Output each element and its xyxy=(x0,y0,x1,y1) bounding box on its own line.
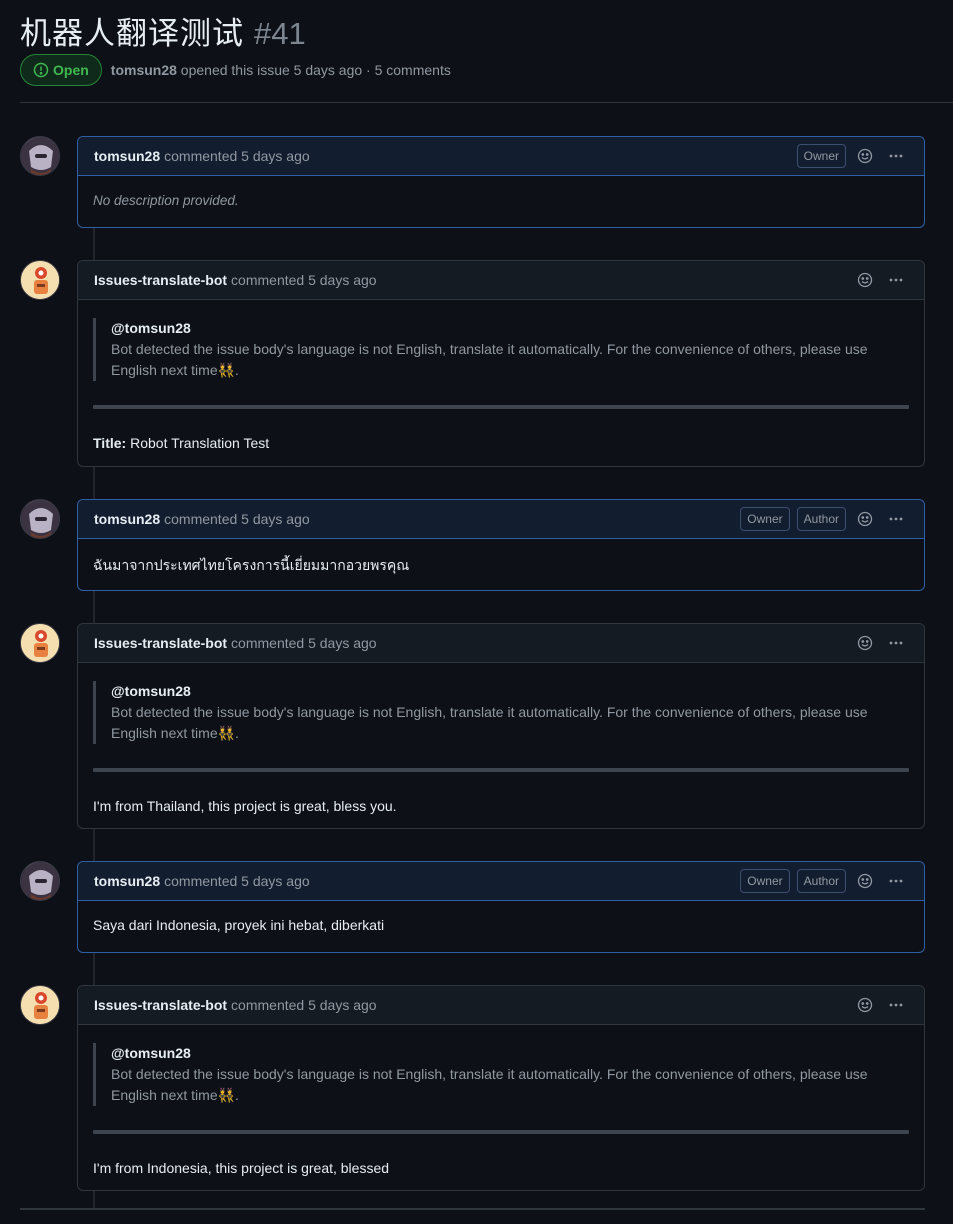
kebab-horizontal-icon[interactable] xyxy=(884,869,908,893)
smiley-icon[interactable] xyxy=(853,993,877,1017)
bot-avatar-icon xyxy=(21,624,59,662)
comment-author-link[interactable]: tomsun28 xyxy=(94,511,160,527)
comment-header: tomsun28 commented 5 days ago Owner Auth… xyxy=(78,862,924,901)
quoted-notice: @tomsun28 Bot detected the issue body's … xyxy=(93,318,909,381)
mention-link[interactable]: @tomsun28 xyxy=(111,318,909,339)
issue-meta: tomsun28 opened this issue 5 days ago · … xyxy=(111,62,451,78)
smiley-icon[interactable] xyxy=(853,631,877,655)
comment-box: Issues-translate-bot commented 5 days ag… xyxy=(77,260,925,467)
timeline-connector xyxy=(93,1191,95,1208)
header-divider xyxy=(20,102,953,103)
avatar[interactable] xyxy=(20,260,60,300)
dancers-emoji-icon: 👯 xyxy=(217,725,236,741)
comment-author-link[interactable]: Issues-translate-bot xyxy=(94,272,227,288)
smiley-icon[interactable] xyxy=(853,507,877,531)
smiley-icon[interactable] xyxy=(853,869,877,893)
timeline-end-divider xyxy=(20,1208,925,1210)
kebab-horizontal-icon[interactable] xyxy=(884,993,908,1017)
smiley-icon[interactable] xyxy=(853,268,877,292)
comment-body: I'm from Indonesia, this project is grea… xyxy=(93,1160,390,1176)
avatar[interactable] xyxy=(20,136,60,176)
translated-title-label: Title: xyxy=(93,435,127,451)
comment-body: I'm from Thailand, this project is great… xyxy=(93,798,397,814)
comment-timestamp[interactable]: commented 5 days ago xyxy=(231,997,377,1013)
comment-author-link[interactable]: tomsun28 xyxy=(94,148,160,164)
avatar[interactable] xyxy=(20,499,60,539)
comment-author-link[interactable]: Issues-translate-bot xyxy=(94,635,227,651)
issue-title: 机器人翻译测试 xyxy=(20,16,244,52)
comment-box: Issues-translate-bot commented 5 days ag… xyxy=(77,985,925,1191)
translated-title: Robot Translation Test xyxy=(130,435,270,451)
comment-header: tomsun28 commented 5 days ago Owner xyxy=(78,137,924,176)
avatar[interactable] xyxy=(20,623,60,663)
timeline-connector xyxy=(93,828,95,861)
author-badge: Author xyxy=(796,869,846,893)
kebab-horizontal-icon[interactable] xyxy=(884,268,908,292)
timeline-connector xyxy=(93,466,95,499)
issue-number: #41 xyxy=(254,16,306,51)
comment-body: No description provided. xyxy=(93,193,239,208)
body-divider xyxy=(93,1130,909,1134)
comment-body: ฉันมาจากประเทศไทยโครงการนี้เยี่ยมมากอวยพ… xyxy=(93,557,410,573)
comment-timestamp[interactable]: commented 5 days ago xyxy=(164,511,310,527)
issue-header: 机器人翻译测试 #41 Open tomsun28 opened this is… xyxy=(20,8,925,86)
quoted-notice: @tomsun28 Bot detected the issue body's … xyxy=(93,1043,909,1106)
body-divider xyxy=(93,768,909,772)
comment-header: Issues-translate-bot commented 5 days ag… xyxy=(78,624,924,663)
kebab-horizontal-icon[interactable] xyxy=(884,507,908,531)
mention-link[interactable]: @tomsun28 xyxy=(111,1043,909,1064)
quoted-notice: @tomsun28 Bot detected the issue body's … xyxy=(93,681,909,744)
comment-box: tomsun28 commented 5 days ago Owner Auth… xyxy=(77,499,925,591)
kebab-horizontal-icon[interactable] xyxy=(884,144,908,168)
issue-opener-link[interactable]: tomsun28 xyxy=(111,62,177,78)
comment-author-link[interactable]: Issues-translate-bot xyxy=(94,997,227,1013)
comment-box: tomsun28 commented 5 days ago Owner Auth… xyxy=(77,861,925,953)
comment-header: Issues-translate-bot commented 5 days ag… xyxy=(78,986,924,1025)
comment-timestamp[interactable]: commented 5 days ago xyxy=(164,873,310,889)
comment-timestamp[interactable]: commented 5 days ago xyxy=(231,635,377,651)
author-badge: Author xyxy=(796,507,846,531)
user-avatar-icon xyxy=(21,862,59,900)
comment-header: Issues-translate-bot commented 5 days ag… xyxy=(78,261,924,300)
comment-header: tomsun28 commented 5 days ago Owner Auth… xyxy=(78,500,924,539)
comment-body: Saya dari Indonesia, proyek ini hebat, d… xyxy=(93,917,385,933)
issue-meta-suffix: opened this issue 5 days ago · 5 comment… xyxy=(180,62,451,78)
timeline-connector xyxy=(93,228,95,260)
issue-state-label: Open xyxy=(53,62,89,78)
smiley-icon[interactable] xyxy=(853,144,877,168)
body-divider xyxy=(93,405,909,409)
dancers-emoji-icon: 👯 xyxy=(217,1087,236,1103)
owner-badge: Owner xyxy=(796,144,846,168)
bot-avatar-icon xyxy=(21,986,59,1024)
issue-state-badge: Open xyxy=(20,54,102,86)
timeline-connector xyxy=(93,952,95,985)
bot-avatar-icon xyxy=(21,261,59,299)
dancers-emoji-icon: 👯 xyxy=(217,362,236,378)
avatar[interactable] xyxy=(20,861,60,901)
owner-badge: Owner xyxy=(740,507,790,531)
owner-badge: Owner xyxy=(740,869,790,893)
comment-timestamp[interactable]: commented 5 days ago xyxy=(164,148,310,164)
user-avatar-icon xyxy=(21,500,59,538)
comment-timestamp[interactable]: commented 5 days ago xyxy=(231,272,377,288)
user-avatar-icon xyxy=(21,137,59,175)
timeline-connector xyxy=(93,590,95,623)
comment-author-link[interactable]: tomsun28 xyxy=(94,873,160,889)
mention-link[interactable]: @tomsun28 xyxy=(111,681,909,702)
avatar[interactable] xyxy=(20,985,60,1025)
issue-opened-icon xyxy=(33,62,49,78)
comment-box: tomsun28 commented 5 days ago Owner No d… xyxy=(77,136,925,228)
comment-box: Issues-translate-bot commented 5 days ag… xyxy=(77,623,925,829)
kebab-horizontal-icon[interactable] xyxy=(884,631,908,655)
comment-body: Title: Robot Translation Test xyxy=(93,435,909,451)
